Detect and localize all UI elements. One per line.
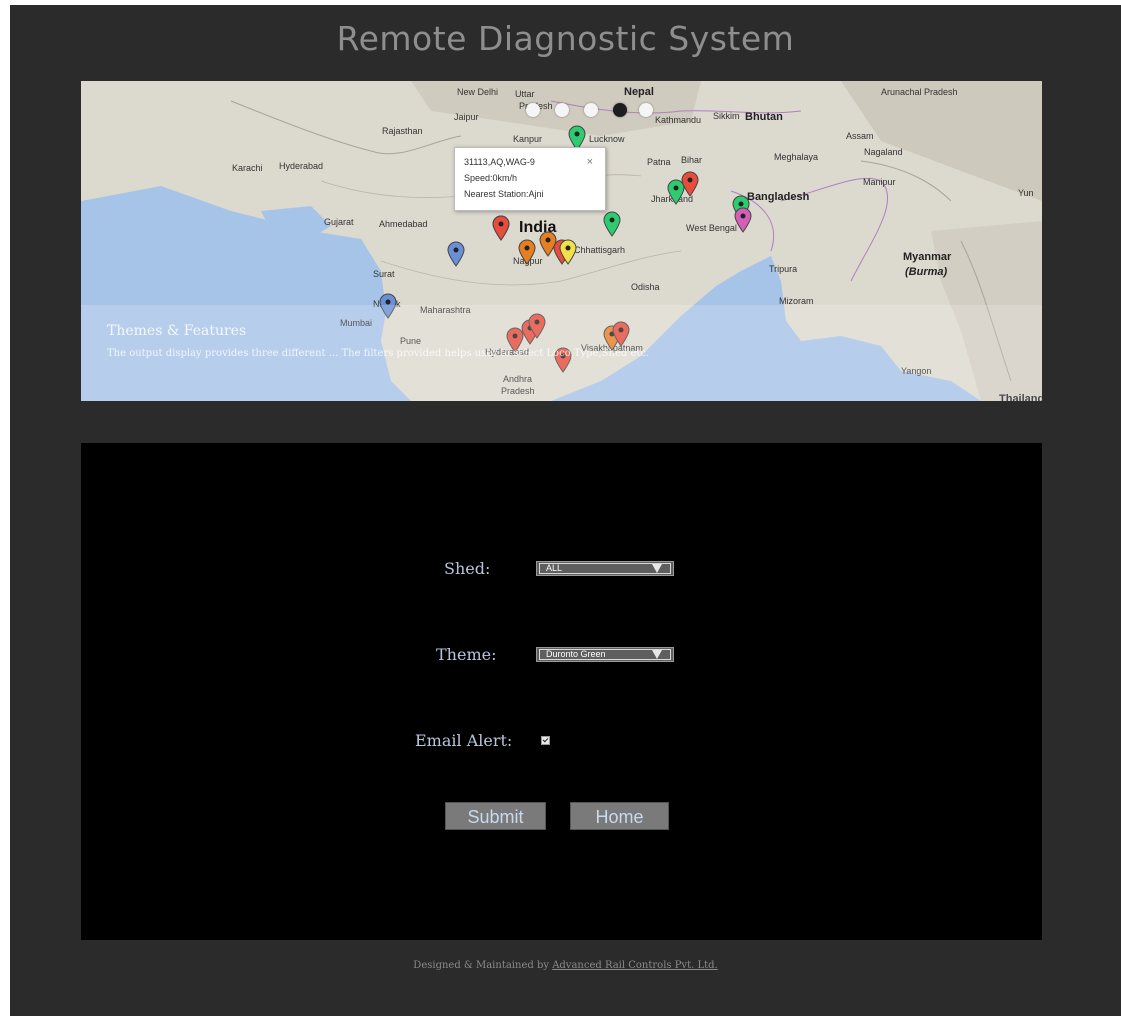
chevron-down-icon: [652, 564, 662, 573]
settings-panel: Shed: ALL Theme: Duronto Green Email Ale…: [81, 443, 1042, 940]
map-label: Kathmandu: [655, 115, 702, 125]
map-label: Assam: [846, 131, 874, 141]
map-label: Bihar: [681, 155, 703, 165]
map-pin-icon[interactable]: [734, 207, 752, 233]
map-label: Jaipur: [454, 112, 479, 122]
map-label: Patna: [647, 157, 671, 167]
map-label: Bhutan: [745, 111, 783, 123]
page-title: Remote Diagnostic System: [336, 19, 795, 58]
caption-text: The output display provides three differ…: [107, 348, 650, 359]
map-pin-icon[interactable]: [603, 211, 621, 237]
map-pin-icon[interactable]: [559, 239, 577, 265]
submit-button[interactable]: Submit: [445, 802, 546, 830]
map-label: (Burma): [905, 266, 948, 278]
shed-select[interactable]: ALL: [536, 561, 674, 576]
map-label: Karachi: [232, 163, 263, 173]
map-label: New Delhi: [457, 87, 499, 97]
footer-prefix: Designed & Maintained by: [413, 960, 549, 971]
slider-caption: Themes & Features The output display pro…: [81, 305, 1042, 401]
footer-company-link[interactable]: Advanced Rail Controls Pvt. Ltd.: [552, 960, 718, 971]
map-pin-icon[interactable]: [447, 241, 465, 267]
map-label: Yun: [1018, 188, 1034, 198]
chevron-down-icon: [652, 650, 662, 659]
map-label: Uttar: [515, 89, 535, 99]
map-label: Tripura: [769, 264, 798, 274]
close-icon[interactable]: ×: [587, 156, 593, 168]
map-label: Chhattisgarh: [574, 245, 626, 255]
email-alert-label: Email Alert:: [415, 731, 513, 750]
map-infowindow: 31113,AQ,WAG-9 Speed:0km/h Nearest Stati…: [454, 147, 606, 211]
map-label: Myanmar: [903, 251, 952, 263]
slider-dot[interactable]: [613, 103, 627, 117]
info-station: Nearest Station:Ajni: [464, 189, 544, 199]
map-pin-icon[interactable]: [518, 239, 536, 265]
map-label: Surat: [373, 269, 395, 279]
map-pin-icon[interactable]: [681, 171, 699, 197]
map-label: Gujarat: [324, 217, 354, 227]
theme-select-value: Duronto Green: [546, 649, 606, 659]
home-button[interactable]: Home: [570, 802, 669, 830]
map-pin-icon[interactable]: [492, 215, 510, 241]
caption-title: Themes & Features: [107, 323, 247, 339]
shed-select-value: ALL: [546, 563, 563, 573]
slider-dot[interactable]: [584, 103, 598, 117]
email-alert-checkbox[interactable]: [541, 736, 550, 745]
map-label: Arunachal Pradesh: [881, 87, 958, 97]
map-label: Sikkim: [713, 111, 740, 121]
map-label: Kanpur: [513, 134, 543, 144]
map-label: Nepal: [624, 86, 654, 98]
map-label: West Bengal: [686, 223, 737, 233]
map-label: Nagaland: [864, 147, 903, 157]
page-frame: Remote Diagnostic System New Delhi Uttar…: [10, 5, 1121, 1016]
map-label: Ahmedabad: [379, 219, 428, 229]
shed-label: Shed:: [444, 559, 491, 578]
slider-dot[interactable]: [526, 103, 540, 117]
map-label: Rajasthan: [382, 126, 423, 136]
map-label: Hyderabad: [279, 161, 324, 171]
theme-select[interactable]: Duronto Green: [536, 647, 674, 662]
theme-label: Theme:: [436, 645, 497, 664]
map-label: Manipur: [863, 177, 896, 187]
info-loco: 31113,AQ,WAG-9: [464, 157, 535, 167]
map-label: Bangladesh: [747, 191, 810, 203]
map-label: Odisha: [631, 282, 660, 292]
slider-dot[interactable]: [555, 103, 569, 117]
map-banner[interactable]: New Delhi Uttar Pradesh Nepal Kathmandu …: [81, 81, 1042, 401]
map-label: Meghalaya: [774, 152, 819, 162]
info-speed: Speed:0km/h: [464, 173, 518, 183]
footer: Designed & Maintained by Advanced Rail C…: [10, 960, 1121, 971]
slider-dot[interactable]: [639, 103, 653, 117]
map-label: Lucknow: [589, 134, 625, 144]
